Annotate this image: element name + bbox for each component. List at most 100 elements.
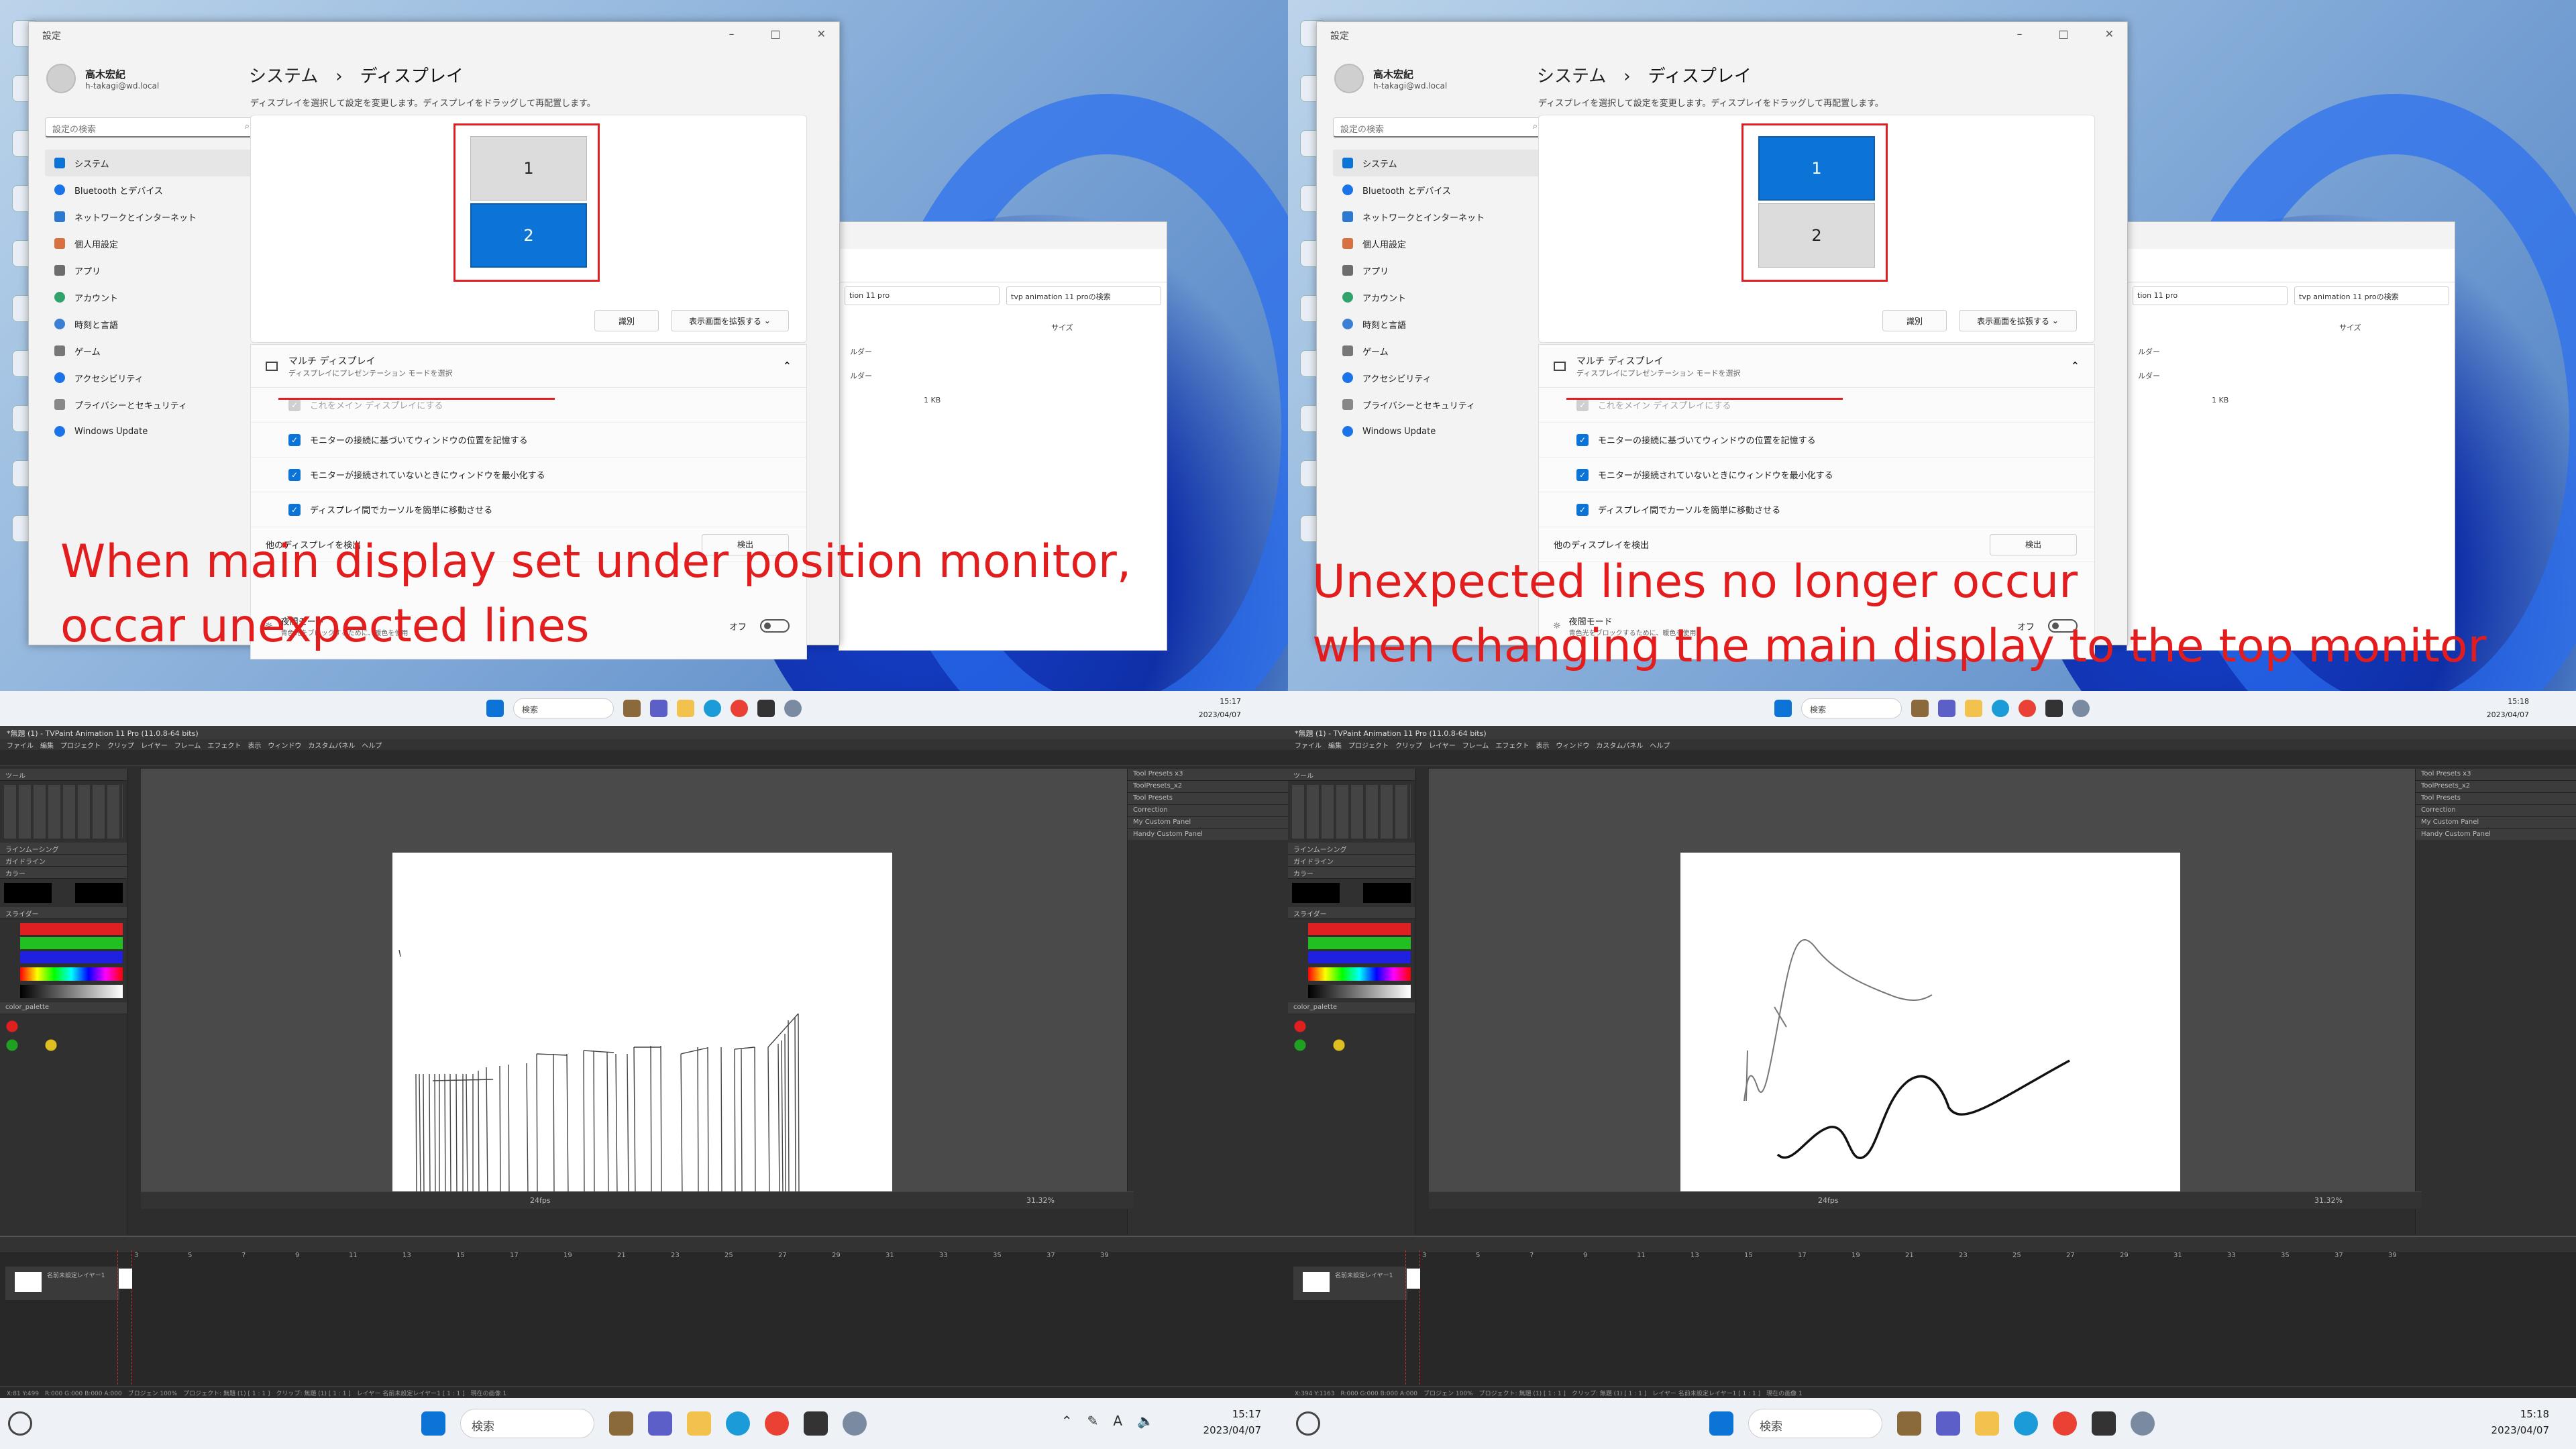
panel-header[interactable]: Correction xyxy=(2416,805,2576,817)
list-item[interactable]: 1 KB xyxy=(850,388,1156,413)
nav-item-apps[interactable]: アプリ xyxy=(1333,257,1548,284)
chrome-icon[interactable] xyxy=(2053,1411,2077,1436)
taskbar-clock[interactable]: 15:18 2023/04/07 xyxy=(2491,1406,2549,1438)
chrome-icon[interactable] xyxy=(765,1411,789,1436)
panel-header[interactable]: Tool Presets x3 xyxy=(1128,769,1288,781)
explorer-address-bar[interactable]: tion 11 pro xyxy=(2133,286,2288,305)
explorer-address-bar[interactable]: tion 11 pro xyxy=(845,286,1000,305)
drawing-canvas[interactable] xyxy=(392,853,892,1199)
nav-item-network[interactable]: ネットワークとインターネット xyxy=(45,203,260,230)
identify-button[interactable]: 識別 xyxy=(594,310,659,331)
nav-item-accessibility[interactable]: アクセシビリティ xyxy=(1333,364,1548,391)
settings-gear-icon[interactable] xyxy=(2072,700,2090,717)
cursor-move-checkbox[interactable]: ✓ xyxy=(288,503,301,516)
nav-item-accounts[interactable]: アカウント xyxy=(45,284,260,311)
nav-item-time-language[interactable]: 時刻と言語 xyxy=(1333,311,1548,337)
nav-item-bluetooth[interactable]: Bluetooth とデバイス xyxy=(45,176,260,203)
multi-display-header[interactable]: マルチ ディスプレイ ディスプレイにプレゼンテーション モードを選択 ⌃ xyxy=(251,345,806,388)
panel-header[interactable]: カラー xyxy=(0,867,127,879)
tool-grid[interactable] xyxy=(4,785,123,839)
nav-item-windows-update[interactable]: Windows Update xyxy=(1333,418,1548,445)
app-icon[interactable] xyxy=(1897,1411,1921,1436)
monitor-2[interactable]: 2 xyxy=(1758,203,1875,268)
explorer-column-size[interactable]: サイズ xyxy=(2138,316,2444,340)
list-item[interactable]: 1 KB xyxy=(2138,388,2444,413)
pen-icon[interactable]: ✎ xyxy=(1087,1413,1099,1429)
start-icon[interactable] xyxy=(1774,700,1792,717)
nav-item-personalization[interactable]: 個人用設定 xyxy=(45,230,260,257)
app-icon[interactable] xyxy=(1911,700,1929,717)
edge-icon[interactable] xyxy=(1992,700,2009,717)
tvpaint-icon[interactable] xyxy=(2045,700,2063,717)
edge-icon[interactable] xyxy=(2014,1411,2038,1436)
widget-icon[interactable] xyxy=(1296,1411,1320,1436)
folder-icon[interactable] xyxy=(1975,1411,1999,1436)
panel-header[interactable]: Tool Presets xyxy=(2416,793,2576,805)
chevron-up-icon[interactable]: ⌃ xyxy=(2071,360,2080,372)
multi-display-header[interactable]: マルチ ディスプレイ ディスプレイにプレゼンテーション モードを選択 ⌃ xyxy=(1539,345,2094,388)
nav-item-system[interactable]: システム xyxy=(45,150,260,176)
list-item[interactable]: ルダー xyxy=(2138,340,2444,364)
cursor-move-checkbox[interactable]: ✓ xyxy=(1576,503,1589,516)
remember-window-checkbox[interactable]: ✓ xyxy=(288,433,301,446)
taskbar-search[interactable]: 検索 xyxy=(1801,698,1902,718)
taskbar-clock[interactable]: 15:18 2023/04/07 xyxy=(2487,695,2529,722)
maximize-icon[interactable]: □ xyxy=(770,28,780,40)
identify-button[interactable]: 識別 xyxy=(1882,310,1947,331)
minimize-icon[interactable]: – xyxy=(729,28,734,40)
chevron-up-icon[interactable]: ⌃ xyxy=(1061,1413,1073,1429)
list-item[interactable]: ルダー xyxy=(2138,364,2444,388)
layer-row[interactable]: 名前未設定レイヤー1 xyxy=(1293,1267,1407,1300)
nav-item-system[interactable]: システム xyxy=(1333,150,1548,176)
start-icon[interactable] xyxy=(421,1411,445,1436)
settings-gear-icon[interactable] xyxy=(843,1411,867,1436)
nav-item-apps[interactable]: アプリ xyxy=(45,257,260,284)
monitor-2[interactable]: 2 xyxy=(470,203,587,268)
panel-header[interactable]: ツール xyxy=(1288,769,1415,781)
drawing-canvas[interactable] xyxy=(1680,853,2180,1199)
chrome-icon[interactable] xyxy=(2019,700,2036,717)
folder-icon[interactable] xyxy=(677,700,694,717)
tvpaint-icon[interactable] xyxy=(757,700,775,717)
panel-header[interactable]: Tool Presets xyxy=(1128,793,1288,805)
zoom-readout[interactable]: 31.32% xyxy=(1026,1196,1055,1205)
hue-slider[interactable] xyxy=(1308,967,1411,981)
panel-header[interactable]: color_palette xyxy=(1288,1002,1415,1014)
explorer-column-size[interactable]: サイズ xyxy=(850,316,1156,340)
ime-icon[interactable]: A xyxy=(1113,1413,1122,1429)
panel-header[interactable]: スライダー xyxy=(0,907,127,919)
settings-gear-icon[interactable] xyxy=(2131,1411,2155,1436)
palette[interactable] xyxy=(4,1018,123,1112)
value-slider[interactable] xyxy=(1308,985,1411,998)
timeline-frame[interactable] xyxy=(1407,1269,1420,1289)
minimize-window-checkbox[interactable]: ✓ xyxy=(1576,468,1589,481)
nav-item-accessibility[interactable]: アクセシビリティ xyxy=(45,364,260,391)
night-light-toggle[interactable] xyxy=(760,619,790,633)
teams-icon[interactable] xyxy=(1936,1411,1960,1436)
panel-header[interactable]: ToolPresets_x2 xyxy=(2416,781,2576,793)
teams-icon[interactable] xyxy=(650,700,667,717)
layer-row[interactable]: 名前未設定レイヤー1 xyxy=(5,1267,119,1300)
monitor-1[interactable]: 1 xyxy=(470,136,587,201)
panel-header[interactable]: My Custom Panel xyxy=(1128,817,1288,829)
explorer-titlebar[interactable] xyxy=(839,222,1167,249)
breadcrumb-parent[interactable]: システム xyxy=(1537,66,1606,87)
monitor-1[interactable]: 1 xyxy=(1758,136,1875,201)
main-display-checkbox[interactable]: ✓ xyxy=(288,398,301,411)
folder-icon[interactable] xyxy=(1965,700,1982,717)
list-item[interactable]: ルダー xyxy=(850,340,1156,364)
settings-search-input[interactable]: 設定の検索 ⌕ xyxy=(1333,117,1545,138)
panel-header[interactable]: Correction xyxy=(1128,805,1288,817)
taskbar-clock[interactable]: 15:17 2023/04/07 xyxy=(1199,695,1241,722)
nav-item-personalization[interactable]: 個人用設定 xyxy=(1333,230,1548,257)
panel-header[interactable]: カラー xyxy=(1288,867,1415,879)
nav-item-gaming[interactable]: ゲーム xyxy=(45,337,260,364)
speaker-icon[interactable]: 🔈 xyxy=(1137,1413,1154,1429)
taskbar-clock[interactable]: 15:17 2023/04/07 xyxy=(1203,1406,1261,1438)
main-display-checkbox[interactable]: ✓ xyxy=(1576,398,1589,411)
value-slider[interactable] xyxy=(20,985,123,998)
panel-header[interactable]: ToolPresets_x2 xyxy=(1128,781,1288,793)
tool-grid[interactable] xyxy=(1292,785,1411,839)
panel-header[interactable]: My Custom Panel xyxy=(2416,817,2576,829)
palette[interactable] xyxy=(1292,1018,1411,1112)
